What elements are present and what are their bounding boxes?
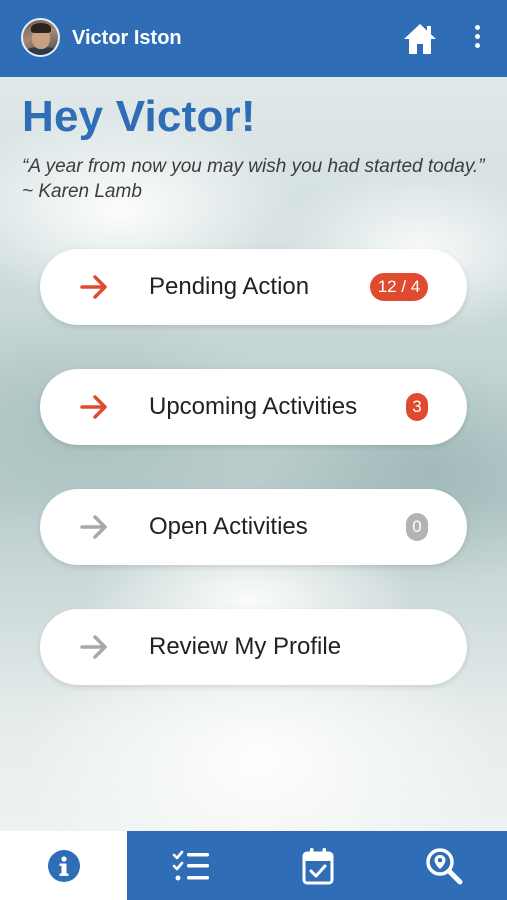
arrow-right-icon	[80, 515, 107, 539]
arrow-right-icon	[80, 395, 107, 419]
tab-info[interactable]	[0, 831, 127, 900]
review-profile-label: Review My Profile	[149, 633, 342, 660]
upcoming-activities-button[interactable]: Upcoming Activities 3	[40, 369, 467, 445]
greeting-title: Hey Victor!	[22, 92, 256, 141]
bottom-navigation	[0, 831, 507, 900]
avatar[interactable]	[21, 18, 60, 57]
home-button[interactable]	[402, 22, 438, 56]
home-icon	[404, 24, 436, 54]
quote-author: ~ Karen Lamb	[22, 181, 142, 202]
more-vertical-button[interactable]	[468, 25, 486, 53]
open-activities-label: Open Activities	[149, 513, 308, 540]
tab-calendar[interactable]	[254, 831, 381, 900]
pending-action-button[interactable]: Pending Action 12 / 4	[40, 249, 467, 325]
review-profile-button[interactable]: Review My Profile	[40, 609, 467, 685]
checklist-icon	[172, 850, 209, 880]
quote-text: “A year from now you may wish you had st…	[22, 156, 485, 177]
user-name: Victor Iston	[72, 27, 182, 49]
more-vertical-icon	[468, 25, 486, 48]
tab-search-location[interactable]	[381, 831, 507, 900]
pending-action-label: Pending Action	[149, 273, 310, 300]
search-location-icon	[426, 847, 463, 884]
motivational-quote: “A year from now you may wish you had st…	[22, 154, 492, 204]
info-icon	[47, 849, 80, 882]
pending-action-badge: 12 / 4	[370, 273, 428, 301]
open-activities-button[interactable]: Open Activities 0	[40, 489, 467, 565]
calendar-check-icon	[302, 847, 333, 884]
arrow-right-icon	[80, 635, 107, 659]
app-header: Victor Iston	[0, 0, 507, 77]
upcoming-activities-label: Upcoming Activities	[149, 393, 358, 420]
open-activities-badge: 0	[406, 513, 428, 541]
tab-checklist[interactable]	[127, 831, 254, 900]
arrow-right-icon	[80, 275, 107, 299]
upcoming-activities-badge: 3	[406, 393, 428, 421]
